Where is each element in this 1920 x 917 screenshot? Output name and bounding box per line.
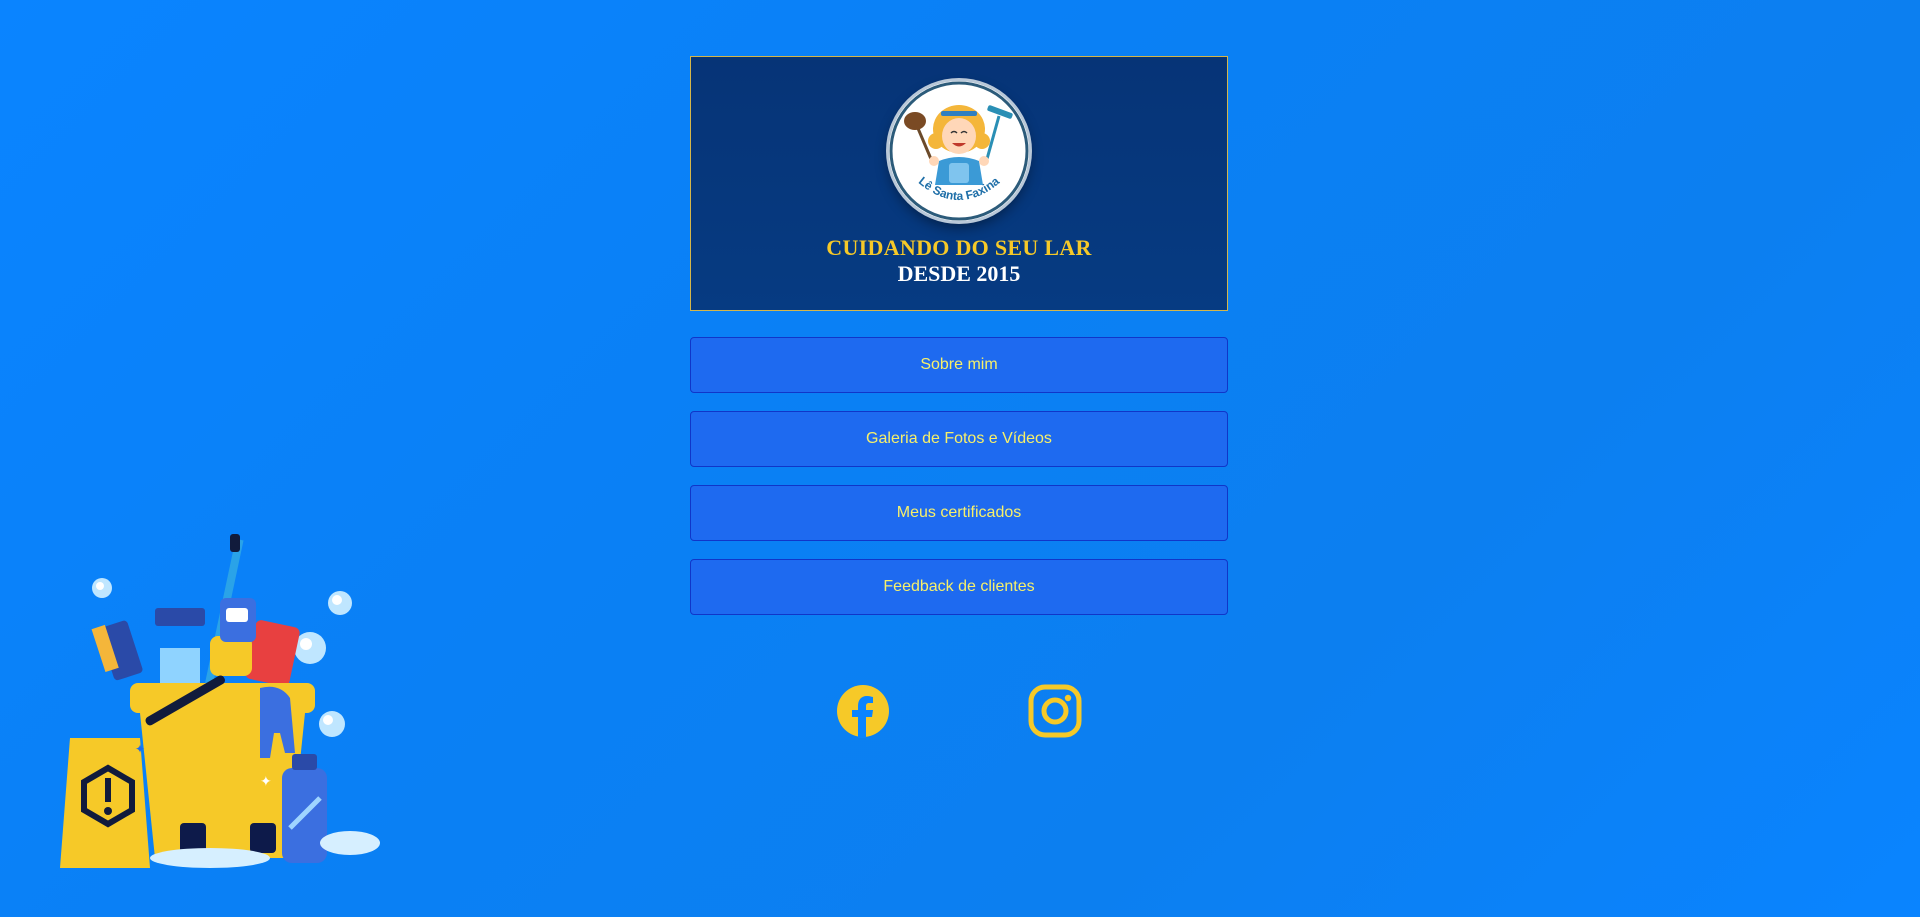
facebook-icon[interactable] [836, 684, 890, 738]
svg-text:✦: ✦ [260, 774, 272, 790]
client-feedback-button[interactable]: Feedback de clientes [690, 559, 1228, 615]
slogan-line-1: CUIDANDO DO SEU LAR [826, 235, 1092, 260]
certificates-button[interactable]: Meus certificados [690, 485, 1228, 541]
brand-logo: Lê Santa Faxina [889, 81, 1029, 221]
slogan-line-2: DESDE 2015 [897, 261, 1021, 286]
gallery-button[interactable]: Galeria de Fotos e Vídeos [690, 411, 1228, 467]
cleaning-supplies-illustration: ✦ ✦ [60, 528, 390, 868]
about-me-button[interactable]: Sobre mim [690, 337, 1228, 393]
instagram-icon[interactable] [1028, 684, 1082, 738]
svg-text:✦: ✦ [135, 742, 145, 756]
header-banner: Lê Santa Faxina CUIDANDO DO SEU LAR DESD… [690, 56, 1228, 311]
